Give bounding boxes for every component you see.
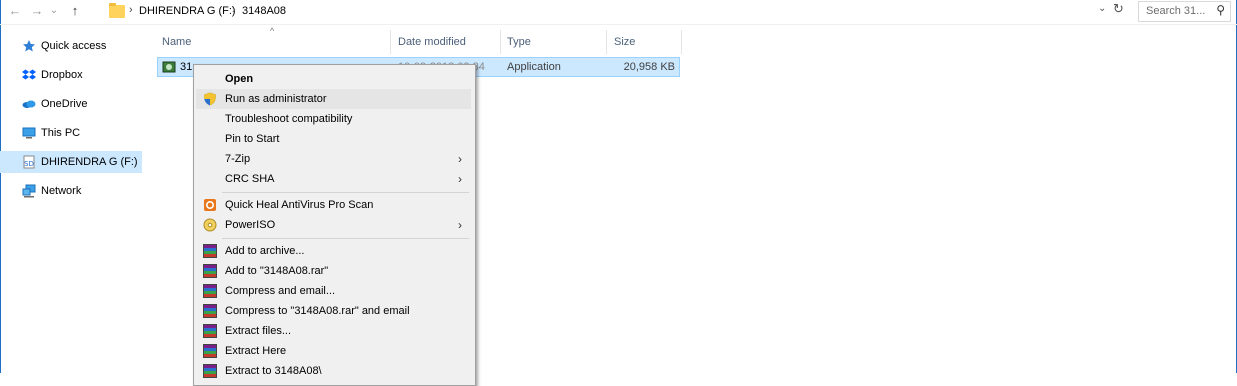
file-name[interactable]: 31 — [180, 61, 192, 73]
breadcrumb-separator[interactable]: › — [129, 4, 133, 16]
column-divider[interactable] — [390, 30, 391, 54]
breadcrumb-drive[interactable]: DHIRENDRA G (F:) — [139, 5, 236, 17]
menu-item-label: CRC SHA — [225, 173, 275, 185]
menu-item-label: Extract Here — [225, 345, 287, 357]
winrar-icon — [203, 324, 217, 338]
quickheal-icon — [204, 199, 216, 211]
winrar-icon — [203, 364, 217, 378]
menu-item-add-to-rar[interactable]: Add to "3148A08.rar" — [196, 261, 471, 281]
submenu-arrow-icon: › — [458, 152, 462, 166]
submenu-arrow-icon: › — [458, 218, 462, 232]
menu-separator — [222, 238, 469, 239]
nav-item-drive-f[interactable]: SD DHIRENDRA G (F:) — [0, 151, 142, 173]
column-header-type[interactable]: Type — [507, 30, 531, 54]
breadcrumb-separator[interactable]: › — [232, 4, 236, 16]
dropbox-icon — [22, 69, 36, 80]
menu-item-pin-to-start[interactable]: Pin to Start — [196, 129, 471, 149]
menu-item-crc-sha[interactable]: CRC SHA › — [196, 169, 471, 189]
column-header-date-modified[interactable]: Date modified — [398, 30, 466, 54]
recent-locations-chevron-icon[interactable]: ⌄ — [48, 2, 60, 20]
menu-separator — [222, 192, 469, 193]
menu-item-label: Run as administrator — [225, 93, 327, 105]
sort-ascending-icon: ^ — [270, 26, 275, 36]
file-type: Application — [507, 61, 561, 73]
onedrive-icon — [22, 100, 36, 108]
file-size: 20,958 KB — [623, 61, 675, 73]
uac-shield-icon — [204, 92, 216, 106]
network-icon — [22, 184, 36, 198]
menu-item-label: 7-Zip — [225, 153, 251, 165]
star-pin-icon — [23, 40, 35, 52]
column-divider[interactable] — [606, 30, 607, 54]
nav-item-label: DHIRENDRA G (F:) — [41, 156, 138, 168]
nav-item-onedrive[interactable]: OneDrive — [0, 93, 142, 115]
search-box[interactable]: Search 31... ⚲ — [1138, 1, 1231, 22]
svg-text:SD: SD — [24, 160, 34, 168]
nav-item-dropbox[interactable]: Dropbox — [0, 64, 142, 86]
menu-item-compress-to-rar-and-email[interactable]: Compress to "3148A08.rar" and email — [196, 301, 471, 321]
menu-item-label: PowerISO — [225, 219, 276, 231]
menu-item-label: Quick Heal AntiVirus Pro Scan — [225, 199, 374, 211]
winrar-icon — [203, 304, 217, 318]
nav-item-quick-access[interactable]: Quick access — [0, 35, 142, 57]
menu-item-label: Extract files... — [225, 325, 292, 337]
menu-item-compress-and-email[interactable]: Compress and email... — [196, 281, 471, 301]
menu-item-label: Pin to Start — [225, 133, 280, 145]
nav-item-label: OneDrive — [41, 98, 88, 110]
menu-item-extract-files[interactable]: Extract files... — [196, 321, 471, 341]
back-arrow-icon[interactable]: ← — [6, 2, 24, 20]
application-exe-icon — [162, 61, 176, 73]
menu-item-label: Troubleshoot compatibility — [225, 113, 353, 125]
refresh-icon[interactable]: ↻ — [1113, 1, 1124, 17]
column-divider[interactable] — [500, 30, 501, 54]
menu-item-label: Add to "3148A08.rar" — [225, 265, 329, 277]
address-bar[interactable]: › DHIRENDRA G (F:) › 3148A08 — [104, 1, 1127, 23]
column-header-size[interactable]: Size — [614, 30, 635, 54]
menu-item-label: Add to archive... — [225, 245, 305, 257]
menu-item-add-to-archive[interactable]: Add to archive... — [196, 241, 471, 261]
column-header-name[interactable]: Name — [162, 30, 191, 54]
winrar-icon — [203, 264, 217, 278]
nav-item-label: Quick access — [41, 40, 107, 52]
submenu-arrow-icon: › — [458, 172, 462, 186]
menu-item-quick-heal-scan[interactable]: Quick Heal AntiVirus Pro Scan — [196, 195, 471, 215]
menu-item-7zip[interactable]: 7-Zip › — [196, 149, 471, 169]
menu-item-poweriso[interactable]: PowerISO › — [196, 215, 471, 235]
menu-item-troubleshoot-compatibility[interactable]: Troubleshoot compatibility — [196, 109, 471, 129]
search-icon[interactable]: ⚲ — [1216, 3, 1225, 17]
column-divider[interactable] — [681, 30, 682, 54]
address-toolbar: ← → ⌄ ↑ › DHIRENDRA G (F:) › 3148A08 ⌄ ↻… — [0, 0, 1237, 25]
nav-item-this-pc[interactable]: This PC — [0, 122, 142, 144]
poweriso-icon — [203, 218, 217, 232]
nav-item-label: This PC — [41, 127, 81, 139]
sd-card-icon: SD — [23, 155, 35, 169]
context-menu: Open Run as administrator Troubleshoot c… — [193, 64, 476, 386]
menu-item-label: Open — [225, 73, 254, 85]
nav-item-label: Dropbox — [41, 69, 83, 81]
menu-item-label: Compress to "3148A08.rar" and email — [225, 305, 410, 317]
forward-arrow-icon[interactable]: → — [28, 2, 46, 20]
menu-item-open[interactable]: Open — [196, 69, 471, 89]
winrar-icon — [203, 244, 217, 258]
address-dropdown-icon[interactable]: ⌄ — [1098, 3, 1106, 14]
folder-icon — [109, 3, 125, 18]
winrar-icon — [203, 284, 217, 298]
menu-item-run-as-administrator[interactable]: Run as administrator — [196, 89, 471, 109]
winrar-icon — [203, 344, 217, 358]
nav-item-network[interactable]: Network — [0, 180, 142, 202]
monitor-icon — [22, 127, 36, 139]
menu-item-label: Compress and email... — [225, 285, 336, 297]
nav-item-label: Network — [41, 185, 82, 197]
breadcrumb-folder[interactable]: 3148A08 — [242, 5, 286, 17]
up-arrow-icon[interactable]: ↑ — [66, 2, 84, 20]
menu-item-extract-here[interactable]: Extract Here — [196, 341, 471, 361]
menu-item-label: Extract to 3148A08\ — [225, 365, 322, 377]
menu-item-extract-to-folder[interactable]: Extract to 3148A08\ — [196, 361, 471, 381]
navigation-pane: Quick access Dropbox OneDrive This PC SD… — [0, 25, 148, 373]
search-placeholder[interactable]: Search 31... — [1146, 5, 1205, 17]
